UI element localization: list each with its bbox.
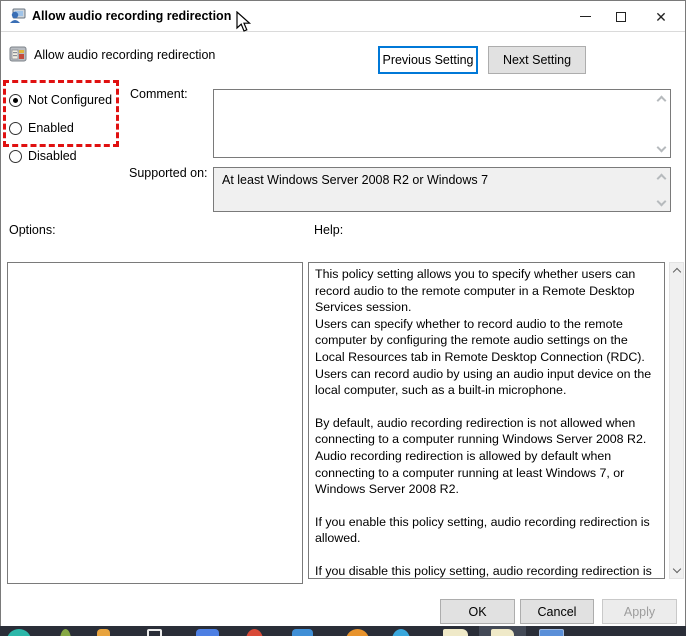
taskbar-icon-green[interactable]: [60, 629, 71, 636]
radio-label: Not Configured: [28, 93, 113, 107]
taskbar-icon-red[interactable]: [246, 629, 263, 636]
screen: Allow audio recording redirection ✕ Allo…: [0, 0, 686, 636]
taskbar-icon-teal[interactable]: [7, 629, 31, 636]
radio-disabled[interactable]: Disabled: [9, 148, 77, 164]
setting-title: Allow audio recording redirection: [34, 48, 216, 62]
radio-button-icon: [9, 149, 22, 163]
taskbar-icon-cyan[interactable]: [392, 629, 410, 636]
taskbar-icon-monitor[interactable]: [539, 629, 564, 636]
help-label: Help:: [314, 223, 344, 237]
help-paragraph: If you disable this policy setting, audi…: [315, 563, 652, 578]
scroll-down-icon[interactable]: [657, 144, 665, 152]
taskbar[interactable]: [0, 626, 686, 636]
ok-button[interactable]: OK: [440, 599, 515, 624]
help-text-panel[interactable]: This policy setting allows you to specif…: [308, 262, 665, 579]
policy-setting-icon: [9, 46, 27, 62]
close-button[interactable]: ✕: [639, 1, 683, 32]
policy-setting-dialog: Allow audio recording redirection ✕ Allo…: [0, 0, 686, 627]
scroll-up-icon[interactable]: [673, 267, 681, 275]
previous-setting-button[interactable]: Previous Setting: [378, 46, 478, 74]
taskbar-icon-notes-active[interactable]: [491, 629, 514, 636]
supported-on-label: Supported on:: [129, 166, 208, 180]
taskbar-icon-lightblue[interactable]: [292, 629, 313, 636]
next-setting-button[interactable]: Next Setting: [488, 46, 586, 74]
taskbar-icon-outline[interactable]: [147, 629, 162, 636]
help-paragraph: If you enable this policy setting, audio…: [315, 514, 650, 546]
radio-button-icon: [9, 121, 22, 135]
close-icon: ✕: [655, 8, 667, 25]
scroll-up-icon[interactable]: [657, 173, 665, 181]
options-label: Options:: [9, 223, 56, 237]
comment-label: Comment:: [130, 87, 188, 101]
radio-not-configured[interactable]: Not Configured: [9, 92, 112, 108]
scroll-down-icon[interactable]: [657, 198, 665, 206]
maximize-button[interactable]: [599, 1, 643, 32]
radio-label: Enabled: [28, 121, 74, 135]
help-paragraph: Users can specify whether to record audi…: [315, 316, 652, 398]
options-panel: [7, 262, 303, 584]
supported-on-field: At least Windows Server 2008 R2 or Windo…: [213, 167, 671, 212]
radio-enabled[interactable]: Enabled: [9, 120, 74, 136]
maximize-icon: [616, 11, 626, 22]
supported-on-value: At least Windows Server 2008 R2 or Windo…: [222, 173, 489, 187]
radio-label: Disabled: [28, 149, 77, 163]
remote-user-icon: [10, 8, 26, 23]
help-paragraph: This policy setting allows you to specif…: [315, 267, 636, 315]
help-scrollbar[interactable]: [669, 262, 684, 579]
scroll-up-icon[interactable]: [657, 95, 665, 103]
cancel-button[interactable]: Cancel: [520, 599, 594, 624]
minimize-icon: [579, 16, 591, 17]
comment-textarea[interactable]: [213, 89, 671, 158]
window-title: Allow audio recording redirection: [32, 9, 232, 23]
taskbar-icon-amber[interactable]: [97, 629, 110, 636]
taskbar-icon-blue[interactable]: [196, 629, 219, 636]
apply-button: Apply: [602, 599, 677, 624]
titlebar[interactable]: Allow audio recording redirection ✕: [1, 1, 685, 32]
red-dashed-annotation: [3, 80, 119, 147]
taskbar-icon-orange[interactable]: [346, 629, 369, 636]
scroll-down-icon[interactable]: [673, 566, 681, 574]
taskbar-icon-notes[interactable]: [443, 629, 468, 636]
help-paragraph: By default, audio recording redirection …: [315, 415, 647, 497]
radio-button-icon: [9, 93, 22, 107]
